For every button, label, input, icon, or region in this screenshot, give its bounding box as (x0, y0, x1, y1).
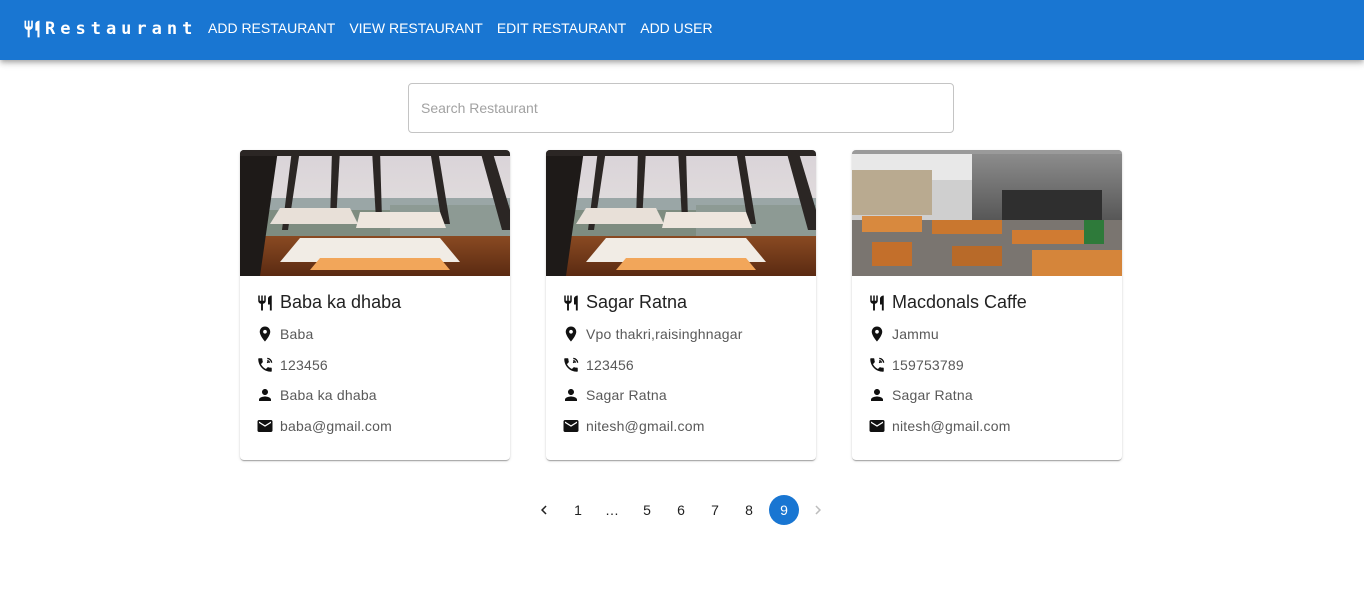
restaurant-name: Sagar Ratna (586, 292, 688, 312)
email-row: nitesh@gmail.com (868, 417, 1011, 435)
app-bar: Restaurant ADD RESTAURANT VIEW RESTAURAN… (0, 0, 1364, 60)
address-row: Jammu (868, 325, 939, 343)
location-pin-icon (256, 325, 274, 343)
chevron-right-icon (809, 501, 827, 519)
owner-row: Baba ka dhaba (256, 386, 377, 404)
card-title: Baba ka dhaba (256, 292, 401, 313)
restaurant-phone: 123456 (586, 357, 634, 373)
restaurant-address: Vpo thakri,raisinghnagar (586, 326, 743, 342)
restaurant-owner: Baba ka dhaba (280, 387, 377, 403)
card-title: Macdonals Caffe (868, 292, 1027, 313)
next-page-button[interactable] (803, 495, 833, 525)
page-button-6[interactable]: 6 (666, 495, 696, 525)
owner-row: Sagar Ratna (562, 386, 667, 404)
page-button-8[interactable]: 8 (734, 495, 764, 525)
restaurant-card[interactable]: Baba ka dhaba Baba 123456 Baba ka dhaba … (240, 150, 510, 460)
restaurant-image (546, 150, 816, 276)
restaurant-card[interactable]: Sagar Ratna Vpo thakri,raisinghnagar 123… (546, 150, 816, 460)
restaurant-card[interactable]: Macdonals Caffe Jammu 159753789 Sagar Ra… (852, 150, 1122, 460)
phone-row: 123456 (562, 356, 634, 374)
restaurant-icon (868, 293, 886, 313)
restaurant-icon (22, 18, 42, 40)
restaurant-email: nitesh@gmail.com (892, 418, 1011, 434)
mail-icon (562, 417, 580, 435)
card-title: Sagar Ratna (562, 292, 687, 313)
mail-icon (868, 417, 886, 435)
chevron-left-icon (535, 501, 553, 519)
email-row: nitesh@gmail.com (562, 417, 705, 435)
phone-row: 159753789 (868, 356, 964, 374)
restaurant-image (852, 150, 1122, 276)
phone-icon (868, 356, 886, 374)
restaurant-name: Macdonals Caffe (892, 292, 1027, 312)
nav-edit-restaurant[interactable]: EDIT RESTAURANT (490, 17, 633, 39)
restaurant-email: baba@gmail.com (280, 418, 392, 434)
restaurant-address: Jammu (892, 326, 939, 342)
brand-title: Restaurant (45, 19, 198, 39)
mail-icon (256, 417, 274, 435)
page-ellipsis: … (605, 502, 619, 518)
page-button-9-current[interactable]: 9 (769, 495, 799, 525)
person-icon (562, 386, 580, 404)
person-icon (868, 386, 886, 404)
address-row: Baba (256, 325, 314, 343)
location-pin-icon (562, 325, 580, 343)
nav-add-user[interactable]: ADD USER (633, 17, 719, 39)
location-pin-icon (868, 325, 886, 343)
restaurant-email: nitesh@gmail.com (586, 418, 705, 434)
owner-row: Sagar Ratna (868, 386, 973, 404)
search-input[interactable] (408, 83, 954, 133)
restaurant-owner: Sagar Ratna (892, 387, 973, 403)
prev-page-button[interactable] (529, 495, 559, 525)
address-row: Vpo thakri,raisinghnagar (562, 325, 743, 343)
person-icon (256, 386, 274, 404)
restaurant-address: Baba (280, 326, 314, 342)
top-nav: ADD RESTAURANT VIEW RESTAURANT EDIT REST… (201, 17, 720, 39)
restaurant-image (240, 150, 510, 276)
email-row: baba@gmail.com (256, 417, 392, 435)
restaurant-phone: 123456 (280, 357, 328, 373)
nav-add-restaurant[interactable]: ADD RESTAURANT (201, 17, 342, 39)
restaurant-icon (562, 293, 580, 313)
page-button-1[interactable]: 1 (563, 495, 593, 525)
page-button-7[interactable]: 7 (700, 495, 730, 525)
nav-view-restaurant[interactable]: VIEW RESTAURANT (342, 17, 490, 39)
phone-row: 123456 (256, 356, 328, 374)
page-button-5[interactable]: 5 (632, 495, 662, 525)
phone-icon (562, 356, 580, 374)
restaurant-phone: 159753789 (892, 357, 964, 373)
restaurant-icon (256, 293, 274, 313)
restaurant-name: Baba ka dhaba (280, 292, 402, 312)
brand-logo[interactable]: Restaurant (22, 18, 197, 40)
phone-icon (256, 356, 274, 374)
restaurant-owner: Sagar Ratna (586, 387, 667, 403)
